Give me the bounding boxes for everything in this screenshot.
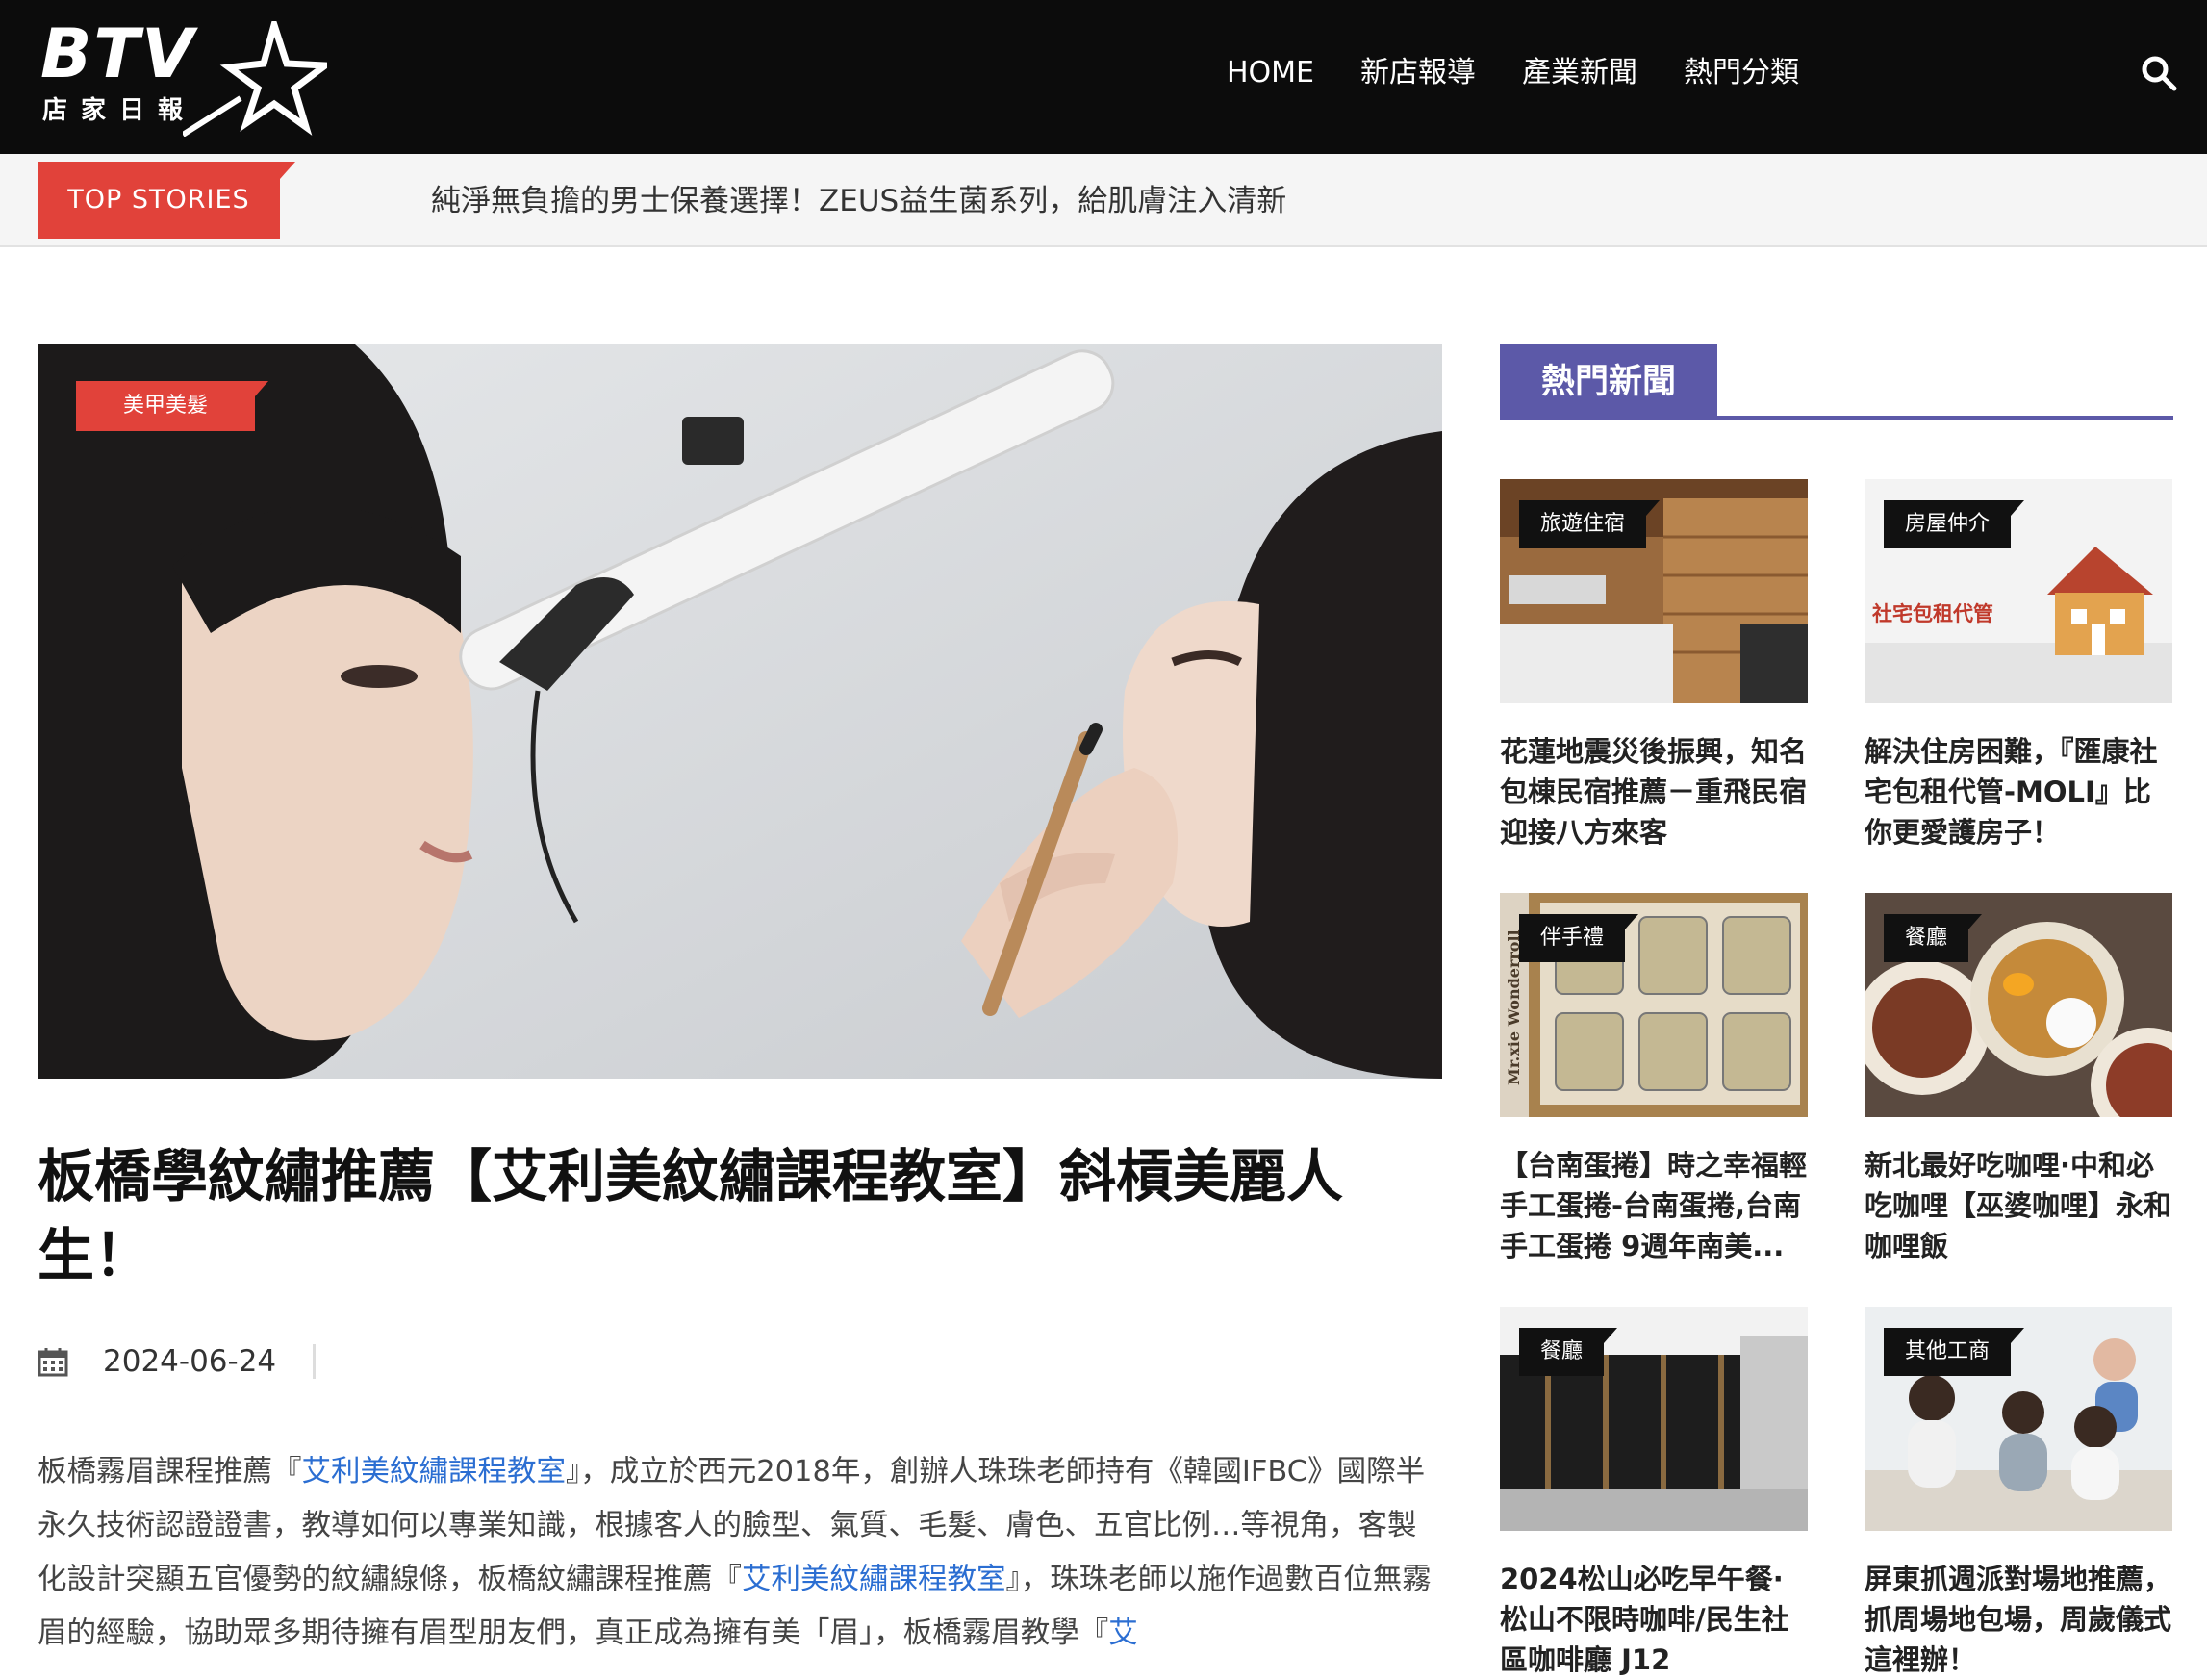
article-category-badge[interactable]: 美甲美髮 [76,381,268,431]
logo-subtitle: 店家日報 [42,96,197,125]
card-image-text: 社宅包租代管 [1871,602,1993,625]
article-title[interactable]: 板橋學紋繡推薦【艾利美紋繡課程教室】斜槓美麗人生！ [38,1137,1442,1295]
site-logo[interactable]: BTV 店家日報 [40,14,327,137]
site-header: BTV 店家日報 HOME 新店報導 產業新聞 熱門分類 [0,0,2207,154]
nav-home[interactable]: HOME [1227,46,1314,100]
card-category-tag[interactable]: 餐廳 [1884,914,1983,962]
ticker-label-notch [280,162,295,179]
card-thumbnail[interactable]: 其他工商 [1865,1307,2172,1531]
card-title[interactable]: 花蓮地震災後振興，知名包棟民宿推薦－重飛民宿迎接八方來客 [1500,731,1808,853]
nav-new-stores[interactable]: 新店報導 [1360,46,1476,100]
top-stories-label: TOP STORIES [38,162,280,239]
logo-text: BTV [40,14,196,93]
card-thumbnail[interactable]: 餐廳 [1865,893,2172,1117]
card-category-tag[interactable]: 餐廳 [1519,1328,1618,1376]
card-thumbnail[interactable]: 社宅包租代管 房屋仲介 [1865,479,2172,703]
article-hero-image[interactable]: 美甲美髮 [38,344,1442,1079]
article-inline-link[interactable]: 艾利美紋繡課程教室 [302,1455,567,1489]
nav-industry-news[interactable]: 產業新聞 [1522,46,1637,100]
article-body: 板橋霧眉課程推薦『艾利美紋繡課程教室』，成立於西元2018年，創辦人珠珠老師持有… [38,1445,1442,1661]
article-meta: 2024-06-24 [38,1339,317,1384]
body-text-segment: 板橋霧眉課程推薦『 [38,1455,302,1489]
card-title[interactable]: 新北最好吃咖哩·中和必吃咖哩【巫婆咖哩】永和咖哩飯 [1865,1145,2172,1266]
top-stories-ticker: TOP STORIES 純淨無負擔的男士保養選擇！ZEUS益生菌系列，給肌膚注入… [0,154,2207,247]
main-nav: HOME 新店報導 產業新聞 熱門分類 [1227,46,1799,100]
card-category-tag[interactable]: 伴手禮 [1519,914,1639,962]
card-title[interactable]: 【台南蛋捲】時之幸福輕手工蛋捲-台南蛋捲,台南手工蛋捲 9週年南美... [1500,1145,1808,1266]
popular-news-header: 熱門新聞 [1500,344,2173,421]
card-thumbnail[interactable]: 餐廳 [1500,1307,1808,1531]
ticker-headline-link[interactable]: 純淨無負擔的男士保養選擇！ZEUS益生菌系列，給肌膚注入清新 [431,179,1286,223]
popular-news-underline [1500,416,2173,420]
card-category-tag[interactable]: 旅遊住宿 [1519,500,1661,548]
card-thumbnail[interactable]: Mr.xie Wonderroll 伴手禮 [1500,893,1808,1117]
search-icon[interactable] [2140,54,2178,92]
popular-news-title: 熱門新聞 [1500,344,1717,420]
article-inline-link[interactable]: 艾利美紋繡課程教室 [742,1563,1006,1596]
card-title[interactable]: 解決住房困難，『匯康社宅包租代管-MOLI』比你更愛護房子！ [1865,731,2172,853]
card-category-tag[interactable]: 房屋仲介 [1884,500,2025,548]
card-category-tag[interactable]: 其他工商 [1884,1328,2025,1376]
article-inline-link[interactable]: 艾 [1108,1616,1138,1650]
article-date: 2024-06-24 [103,1344,277,1379]
card-title[interactable]: 屏東抓週派對場地推薦，抓周場地包場，周歲儀式這裡辦！ [1865,1559,2172,1680]
card-title[interactable]: 2024松山必吃早午餐·松山不限時咖啡/民生社區咖啡廳 J12 [1500,1559,1808,1680]
calendar-icon [38,1348,68,1377]
meta-divider [313,1344,317,1379]
hero-photo [38,344,1442,1079]
card-thumbnail[interactable]: 旅遊住宿 [1500,479,1808,703]
star-icon [183,21,327,137]
nav-popular-categories[interactable]: 熱門分類 [1684,46,1799,100]
